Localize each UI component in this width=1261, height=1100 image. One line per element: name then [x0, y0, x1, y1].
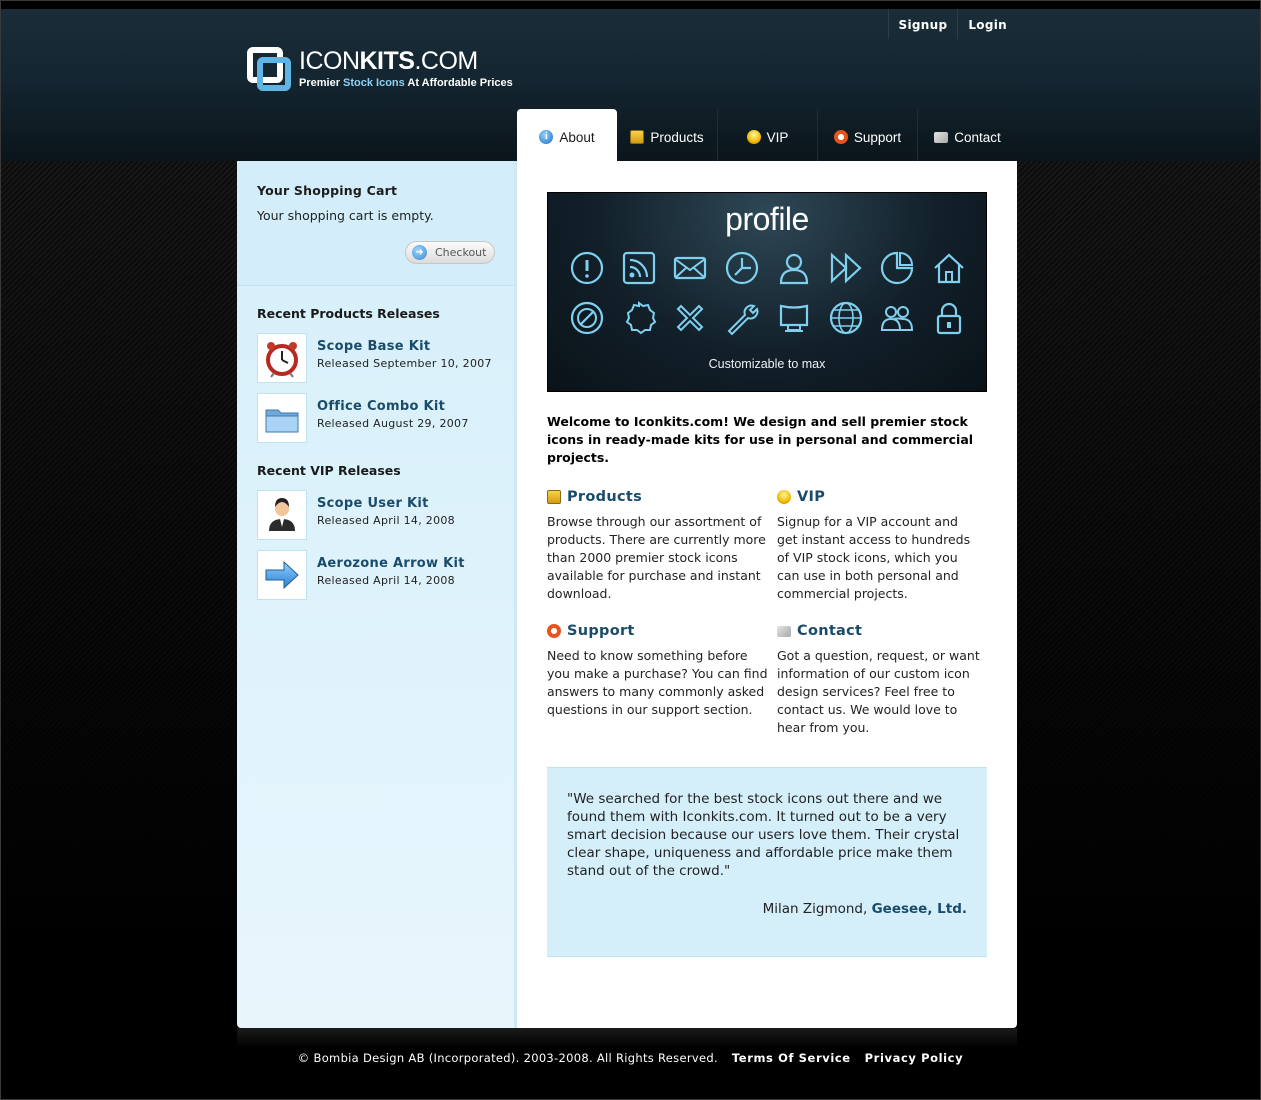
welcome-text: Welcome to Iconkits.com! We design and s… [547, 414, 974, 465]
rss-icon [620, 249, 658, 287]
footer: © Bombia Design AB (Incorporated). 2003-… [1, 1051, 1260, 1065]
terms-link[interactable]: Terms Of Service [732, 1051, 851, 1065]
box-icon [547, 490, 561, 504]
wrench-icon [723, 299, 761, 337]
feature-grid: Products Browse through our assortment o… [547, 489, 987, 737]
user-icon[interactable] [257, 490, 307, 540]
globe-icon [827, 299, 865, 337]
nav-tab-products[interactable]: Products [617, 109, 718, 161]
banner-subtitle: Customizable to max [708, 357, 826, 371]
feature-text: Browse through our assortment of product… [547, 514, 766, 601]
mail-icon [777, 625, 791, 637]
feature-text: Need to know something before you make a… [547, 648, 768, 717]
prohibited-icon [568, 299, 606, 337]
pie-chart-icon [878, 249, 916, 287]
users-icon [878, 299, 916, 337]
close-icon [671, 299, 709, 337]
testimonial-author: Milan Zigmond, Geesee, Ltd. [762, 901, 967, 917]
clock-icon [723, 249, 761, 287]
arrow-right-icon[interactable] [257, 550, 307, 600]
release-date: Released April 14, 2008 [317, 514, 455, 527]
list-item[interactable]: Office Combo Kit Released August 29, 200… [257, 393, 494, 443]
mail-icon [934, 131, 949, 143]
release-name[interactable]: Office Combo Kit [317, 399, 469, 414]
feature-text: Got a question, request, or want informa… [777, 648, 980, 735]
main-content: profile Customizable to max Welcome to I… [517, 161, 1017, 1028]
release-name[interactable]: Scope Base Kit [317, 339, 492, 354]
alert-icon [568, 249, 606, 287]
checkout-label: Checkout [435, 246, 487, 259]
logo-mark-icon [247, 47, 292, 92]
box-icon [630, 130, 645, 144]
feature-title[interactable]: Support [547, 623, 777, 639]
release-date: Released August 29, 2007 [317, 417, 469, 430]
left-background-texture [1, 161, 237, 1031]
testimonial-quote: "We searched for the best stock icons ou… [567, 791, 960, 879]
testimonial-company[interactable]: Geesee, Ltd. [872, 901, 967, 917]
copyright-text: © Bombia Design AB (Incorporated). 2003-… [297, 1051, 718, 1065]
cart-title: Your Shopping Cart [257, 183, 398, 198]
feature-title[interactable]: VIP [777, 489, 987, 505]
logo-title: ICONKITS.COM [299, 47, 478, 75]
recent-vip-title: Recent VIP Releases [257, 463, 401, 478]
release-date: Released September 10, 2007 [317, 357, 492, 370]
site-logo[interactable]: ICONKITS.COM Premier Stock Icons At Affo… [247, 47, 513, 93]
logo-tagline: Premier Stock Icons At Affordable Prices [299, 77, 513, 89]
recent-releases: Recent Products Releases Scope Base Kit … [237, 286, 514, 600]
list-item[interactable]: Scope User Kit Released April 14, 2008 [257, 490, 494, 540]
recent-products: Recent Products Releases Scope Base Kit … [257, 306, 494, 443]
monitor-icon [775, 299, 813, 337]
mail-icon [671, 249, 709, 287]
feature-vip: VIP Signup for a VIP account and get ins… [777, 489, 987, 603]
fast-forward-icon [827, 249, 865, 287]
folder-icon[interactable] [257, 393, 307, 443]
badge-icon [620, 299, 658, 337]
nav-tab-contact[interactable]: Contact [918, 109, 1017, 161]
footer-shadow [237, 1028, 1017, 1048]
main-nav: i About Products VIP Support Contact [517, 109, 1017, 161]
feature-support: Support Need to know something before yo… [547, 623, 777, 737]
nav-tab-vip[interactable]: VIP [718, 109, 818, 161]
feature-text: Signup for a VIP account and get instant… [777, 514, 971, 601]
nav-tab-about[interactable]: i About [517, 109, 617, 161]
home-icon [930, 249, 968, 287]
feature-contact: Contact Got a question, request, or want… [777, 623, 987, 737]
release-date: Released April 14, 2008 [317, 574, 455, 587]
user-icon [775, 249, 813, 287]
feature-title[interactable]: Products [547, 489, 777, 505]
lifebuoy-icon [547, 624, 561, 638]
info-icon: i [539, 130, 554, 144]
list-item[interactable]: Scope Base Kit Released September 10, 20… [257, 333, 494, 383]
list-item[interactable]: Aerozone Arrow Kit Released April 14, 20… [257, 550, 494, 600]
recent-vip: Recent VIP Releases Scope User Kit Relea… [257, 463, 494, 600]
profile-banner[interactable]: profile Customizable to max [547, 192, 987, 392]
feature-products: Products Browse through our assortment o… [547, 489, 777, 603]
arrow-right-icon: ➜ [412, 245, 427, 260]
testimonial: "We searched for the best stock icons ou… [547, 767, 987, 957]
release-name[interactable]: Aerozone Arrow Kit [317, 556, 465, 571]
sidebar: Your Shopping Cart Your shopping cart is… [237, 161, 517, 1028]
checkout-button[interactable]: ➜ Checkout [405, 241, 495, 264]
recent-products-title: Recent Products Releases [257, 306, 440, 321]
login-link[interactable]: Login [957, 9, 1017, 39]
privacy-link[interactable]: Privacy Policy [865, 1051, 964, 1065]
banner-icon-grid [568, 249, 968, 349]
alarm-clock-icon[interactable] [257, 333, 307, 383]
cart-empty-text: Your shopping cart is empty. [257, 208, 434, 223]
release-name[interactable]: Scope User Kit [317, 496, 455, 511]
signup-link[interactable]: Signup [887, 9, 958, 39]
shopping-cart: Your Shopping Cart Your shopping cart is… [237, 161, 514, 286]
bulb-icon [777, 490, 791, 504]
lifebuoy-icon [833, 130, 848, 144]
nav-tab-support[interactable]: Support [818, 109, 918, 161]
feature-title[interactable]: Contact [777, 623, 987, 639]
lock-icon [930, 299, 968, 337]
account-links: Signup Login [887, 9, 1017, 39]
bulb-icon [746, 130, 761, 144]
right-background-texture [1017, 161, 1260, 1031]
banner-title: profile [725, 201, 809, 237]
